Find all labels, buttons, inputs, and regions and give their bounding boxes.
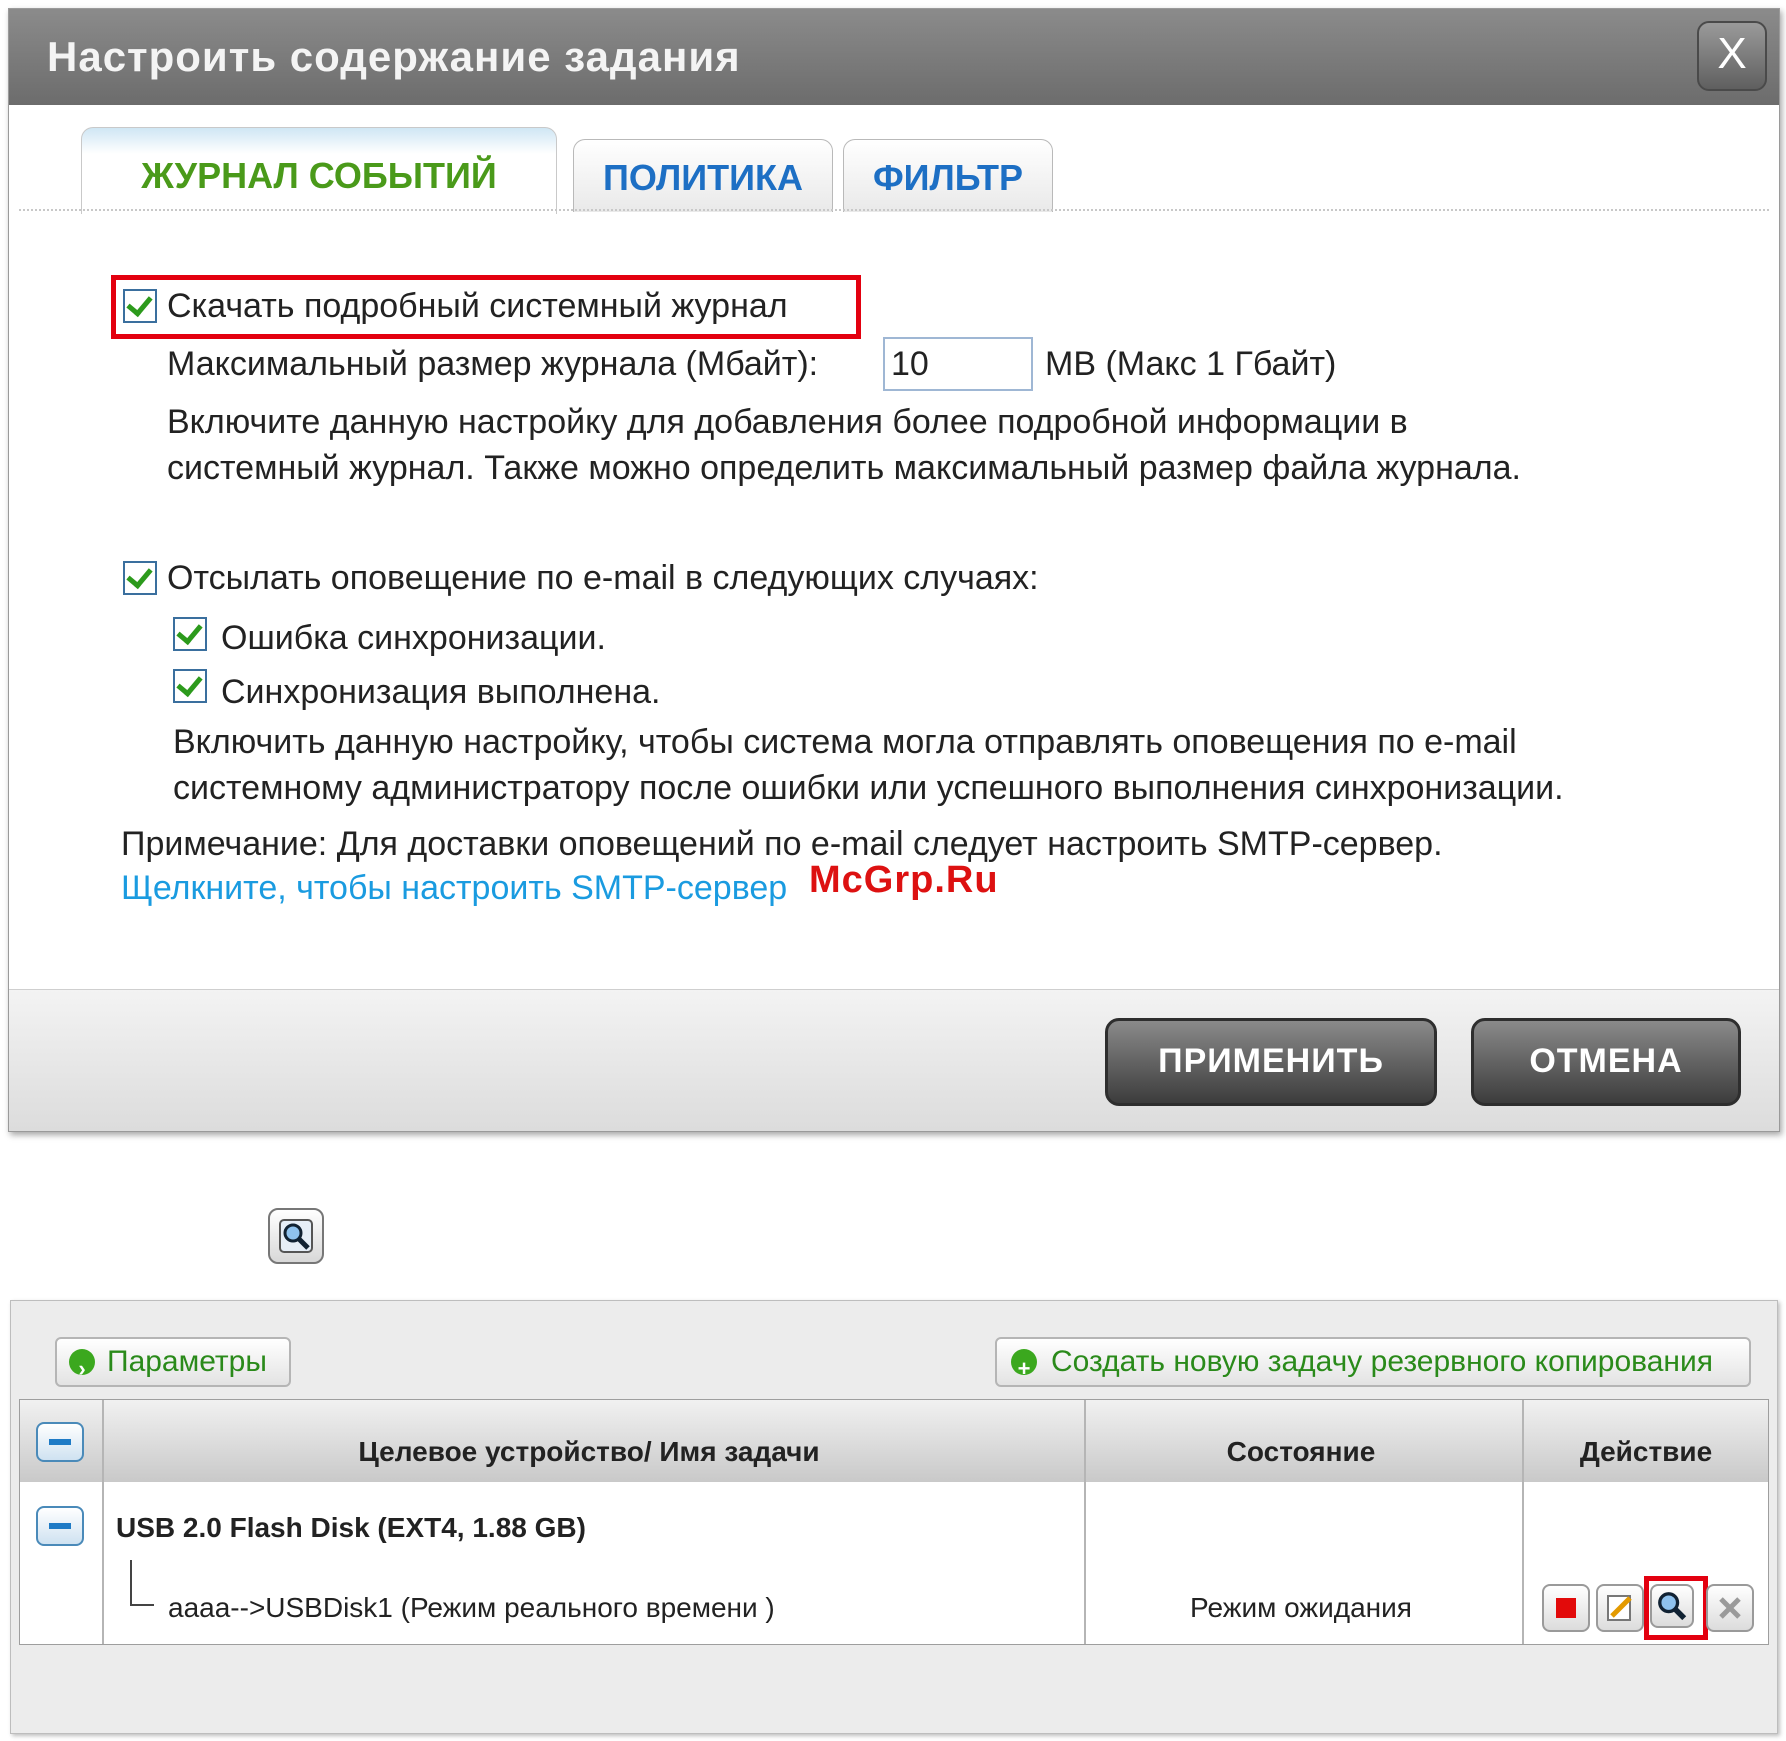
tabs-divider: [19, 209, 1769, 211]
sync-done-checkbox[interactable]: [173, 669, 207, 703]
backup-jobs-table: Целевое устройство/ Имя задачи Состояние…: [19, 1399, 1769, 1645]
stop-icon: [1556, 1598, 1576, 1618]
smtp-note: Примечание: Для доставки оповещений по e…: [121, 825, 1443, 863]
watermark: McGrp.Ru: [809, 859, 999, 901]
email-alerts-desc-2: системному администратору после ошибки и…: [173, 769, 1564, 807]
tab-policy-label: ПОЛИТИКА: [603, 157, 803, 198]
edit-button[interactable]: [1596, 1584, 1644, 1632]
arrow-right-icon: [69, 1346, 95, 1392]
dialog-title: Настроить содержание задания: [47, 33, 741, 80]
view-log-button[interactable]: [1650, 1584, 1694, 1628]
table-header: Целевое устройство/ Имя задачи Состояние…: [20, 1400, 1768, 1482]
close-button[interactable]: X: [1697, 21, 1767, 91]
task-status: Режим ожидания: [1190, 1592, 1412, 1623]
task-name[interactable]: aaaa-->USBDisk1 (Режим реального времени…: [168, 1592, 775, 1624]
tab-event-log[interactable]: ЖУРНАЛ СОБЫТИЙ: [81, 127, 557, 214]
tab-policy[interactable]: ПОЛИТИКА: [573, 139, 833, 212]
tab-filter-label: ФИЛЬТР: [872, 157, 1024, 198]
create-backup-task-label: Создать новую задачу резервного копирова…: [1051, 1345, 1714, 1378]
column-separator: [102, 1400, 104, 1644]
apply-button[interactable]: ПРИМЕНИТЬ: [1105, 1018, 1437, 1106]
email-alerts-checkbox[interactable]: [123, 561, 157, 595]
close-icon: X: [1717, 29, 1747, 78]
create-backup-task-button[interactable]: Создать новую задачу резервного копирова…: [995, 1337, 1751, 1392]
email-alerts-desc-1: Включить данную настройку, чтобы система…: [173, 723, 1517, 761]
column-status: Состояние: [1226, 1436, 1376, 1467]
collapse-device-button[interactable]: [36, 1506, 84, 1546]
column-target-device: Целевое устройство/ Имя задачи: [358, 1436, 820, 1467]
sync-error-label: Ошибка синхронизации.: [221, 619, 606, 657]
detailed-log-desc-2: системный журнал. Также можно определить…: [167, 449, 1521, 487]
edit-icon: [1607, 1595, 1632, 1621]
detailed-log-checkbox[interactable]: [123, 289, 157, 323]
tab-filter[interactable]: ФИЛЬТР: [843, 139, 1053, 212]
max-size-input[interactable]: [883, 337, 1033, 391]
email-alerts-label: Отсылать оповещение по e-mail в следующи…: [167, 559, 1039, 597]
backup-jobs-panel: Параметры Создать новую задачу резервног…: [10, 1300, 1778, 1734]
stop-button[interactable]: [1542, 1584, 1590, 1632]
detailed-log-label: Скачать подробный системный журнал: [167, 287, 788, 325]
plus-icon: [1011, 1346, 1037, 1392]
apply-button-label: ПРИМЕНИТЬ: [1158, 1042, 1384, 1080]
detailed-log-desc-1: Включите данную настройку для добавления…: [167, 403, 1408, 441]
tab-event-log-label: ЖУРНАЛ СОБЫТИЙ: [141, 155, 497, 196]
sync-done-label: Синхронизация выполнена.: [221, 673, 661, 711]
max-size-unit: MB (Макс 1 Гбайт): [1045, 345, 1337, 383]
delete-button[interactable]: [1706, 1584, 1754, 1632]
dialog-footer: ПРИМЕНИТЬ ОТМЕНА: [9, 989, 1779, 1131]
parameters-label: Параметры: [107, 1345, 267, 1378]
tree-connector: [130, 1560, 154, 1606]
device-name: USB 2.0 Flash Disk (EXT4, 1.88 GB): [116, 1512, 586, 1543]
column-action: Действие: [1579, 1436, 1713, 1467]
view-log-icon: [1658, 1592, 1687, 1621]
dialog-title-bar: Настроить содержание задания X: [9, 9, 1779, 105]
task-settings-dialog: Настроить содержание задания X ЖУРНАЛ СО…: [8, 8, 1780, 1132]
collapse-all-button[interactable]: [36, 1422, 84, 1462]
delete-icon: [1719, 1597, 1741, 1619]
smtp-settings-link[interactable]: Щелкните, чтобы настроить SMTP-сервер: [121, 869, 787, 908]
parameters-button[interactable]: Параметры: [55, 1337, 291, 1392]
max-size-label: Максимальный размер журнала (Мбайт):: [167, 345, 819, 383]
cancel-button-label: ОТМЕНА: [1529, 1042, 1683, 1080]
cancel-button[interactable]: ОТМЕНА: [1471, 1018, 1741, 1106]
column-separator: [1522, 1400, 1524, 1644]
sync-error-checkbox[interactable]: [173, 617, 207, 651]
magnifier-icon: [268, 1208, 324, 1264]
